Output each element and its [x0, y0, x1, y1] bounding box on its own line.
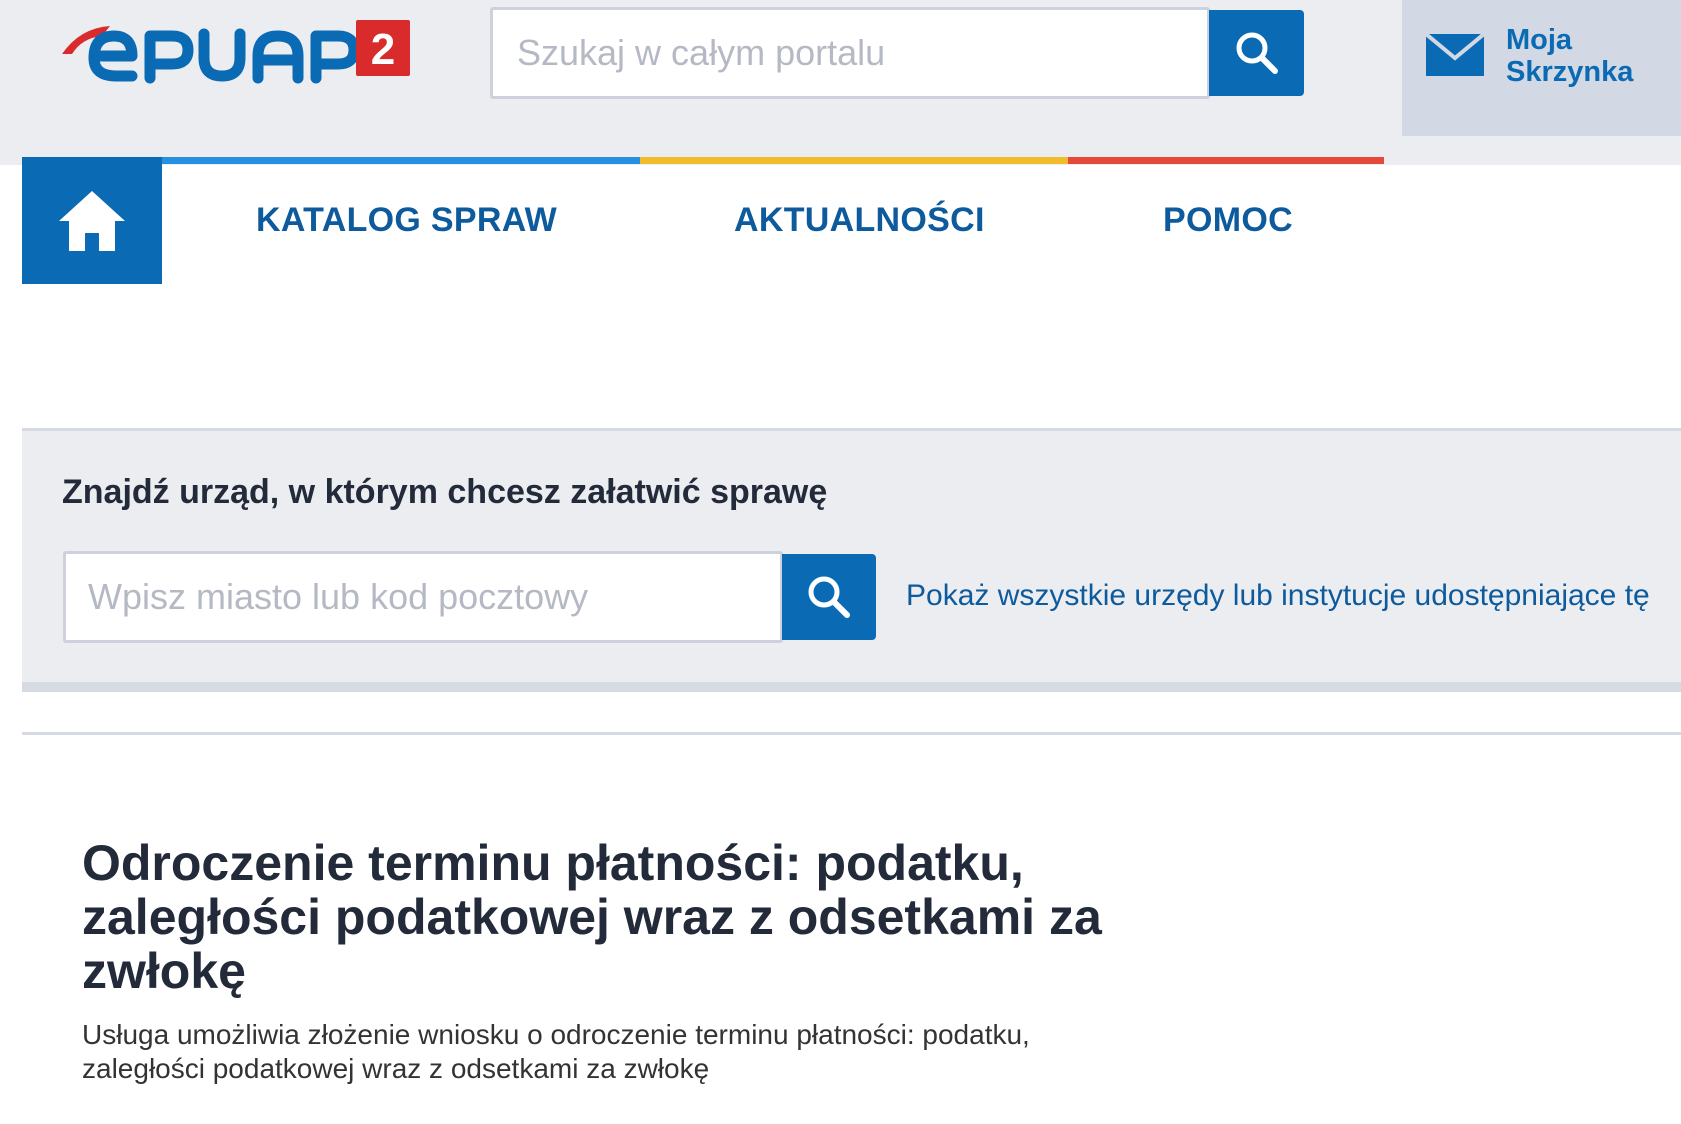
- epuap-logo-graphic: 2: [62, 20, 410, 84]
- nav-item-pomoc[interactable]: POMOC: [1163, 201, 1293, 240]
- nav-accent-bar-yellow: [640, 157, 1068, 164]
- portal-search-button[interactable]: [1209, 10, 1304, 96]
- portal-search-input[interactable]: [490, 7, 1210, 99]
- service-description: Usługa umożliwia złożenie wniosku o odro…: [82, 1019, 1030, 1084]
- my-mailbox-button[interactable]: Moja Skrzynka: [1402, 0, 1681, 136]
- site-header: 2 Moja Skrzynka: [0, 0, 1681, 165]
- nav-item-katalog-spraw[interactable]: KATALOG SPRAW: [256, 201, 557, 240]
- nav-accent-bar-red: [1068, 157, 1384, 164]
- section-divider: [22, 732, 1681, 735]
- page: 2 Moja Skrzynka: [0, 0, 1681, 1124]
- logo-badge-text: 2: [371, 25, 395, 74]
- nav-accent-bar-blue: [162, 157, 640, 164]
- home-button[interactable]: [22, 157, 162, 284]
- nav-item-aktualnosci[interactable]: AKTUALNOŚCI: [734, 201, 985, 240]
- office-location-input[interactable]: [63, 551, 783, 643]
- office-finder: Znajdź urząd, w którym chcesz załatwić s…: [22, 428, 1681, 692]
- envelope-icon: [1426, 34, 1484, 76]
- epuap-logo[interactable]: 2: [62, 18, 452, 88]
- office-search-button[interactable]: [782, 554, 876, 640]
- search-icon: [1236, 32, 1278, 74]
- service-title: Odroczenie terminu płatności: podatku, z…: [82, 835, 1102, 999]
- my-mailbox-label: Moja Skrzynka: [1506, 24, 1634, 88]
- search-icon: [808, 576, 850, 618]
- office-finder-title: Znajdź urząd, w którym chcesz załatwić s…: [62, 473, 828, 511]
- show-all-offices-link[interactable]: Pokaż wszystkie urzędy lub instytucje ud…: [906, 579, 1650, 613]
- portal-search: [490, 7, 1306, 99]
- home-icon: [59, 190, 125, 251]
- main-navigation: KATALOG SPRAW AKTUALNOŚCI POMOC: [0, 157, 1681, 285]
